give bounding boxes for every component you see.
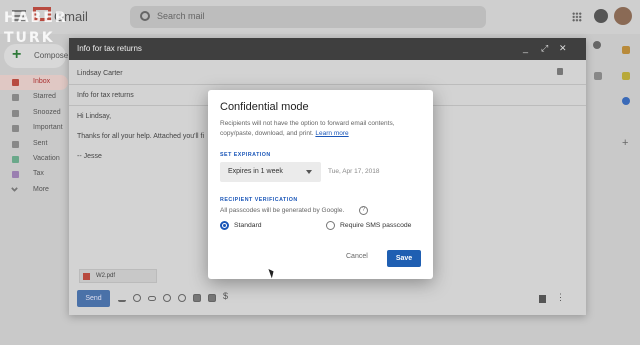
expiration-value: Expires in 1 week <box>228 168 283 175</box>
expiration-date: Tue, Apr 17, 2018 <box>328 168 380 175</box>
compose-title: Info for tax returns <box>77 44 142 53</box>
sidebar-item-label: Starred <box>33 93 56 101</box>
pdf-icon <box>83 273 90 280</box>
plus-icon: + <box>12 46 22 63</box>
sidebar-item-starred[interactable]: Starred <box>0 90 68 105</box>
sidebar-item-important[interactable]: Important <box>0 121 68 136</box>
compose-button[interactable]: + Compose <box>4 44 69 68</box>
verification-note: All passcodes will be generated by Googl… <box>220 207 345 214</box>
standard-radio-label[interactable]: Standard <box>234 222 262 229</box>
sidebar-item-sent[interactable]: Sent <box>0 137 68 152</box>
search-bar[interactable]: Search mail <box>130 6 486 28</box>
recipient-verification-label: RECIPIENT VERIFICATION <box>220 197 298 203</box>
inbox-icon <box>12 79 19 86</box>
standard-radio[interactable] <box>220 221 229 230</box>
more-options-icon[interactable]: ⋮ <box>556 292 565 303</box>
send-button[interactable]: Send <box>77 290 110 307</box>
top-bar: Gmail Search mail <box>0 0 640 34</box>
formatting-icon[interactable] <box>118 294 126 302</box>
search-input[interactable]: Search mail <box>157 11 205 21</box>
sidebar-item-label: Inbox <box>33 78 51 85</box>
important-icon <box>12 125 19 133</box>
emoji-icon[interactable] <box>163 294 171 302</box>
attachment-chip[interactable]: W2.pdf <box>79 269 157 283</box>
open-new-window-icon[interactable] <box>594 72 602 80</box>
sidebar-item-vacation[interactable]: Vacation <box>0 152 68 167</box>
sidebar-item-snoozed[interactable]: Snoozed <box>0 106 68 121</box>
body-text[interactable]: Thanks for all your help. Attached you'l… <box>77 133 204 140</box>
search-icon[interactable] <box>140 11 150 21</box>
dialog-description-text: Recipients will not have the option to f… <box>220 120 395 137</box>
tasks-icon[interactable] <box>622 97 630 105</box>
confidential-mode-dialog: Confidential mode Recipients will not ha… <box>208 90 433 279</box>
label-icon <box>12 155 19 163</box>
sidebar-item-label: Tax <box>33 170 44 178</box>
attachment-name: W2.pdf <box>96 273 116 279</box>
chevron-down-icon <box>306 170 312 174</box>
label-icon <box>12 171 19 179</box>
trash-icon[interactable] <box>539 295 546 303</box>
compose-label: Compose <box>34 51 69 60</box>
close-icon[interactable]: ✕ <box>559 43 567 54</box>
sidebar-item-label: Snoozed <box>33 108 61 116</box>
drive-icon[interactable] <box>178 294 186 302</box>
keep-icon[interactable] <box>622 72 630 80</box>
sidebar-item-label: Vacation <box>33 154 60 162</box>
learn-more-link[interactable]: Learn more <box>315 130 348 137</box>
dialog-description: Recipients will not have the option to f… <box>220 119 425 138</box>
apps-grid-icon[interactable] <box>572 12 582 22</box>
sidebar-item-label: More <box>33 185 49 193</box>
settings-icon[interactable] <box>593 41 601 49</box>
body-greeting[interactable]: Hi Lindsay, <box>77 113 111 120</box>
dialog-title: Confidential mode <box>220 101 309 113</box>
expand-icon[interactable]: ⤢ <box>541 43 548 54</box>
add-addon-icon[interactable]: + <box>622 138 632 149</box>
calendar-icon[interactable] <box>622 46 630 54</box>
help-icon[interactable]: ? <box>359 206 368 215</box>
chevron-down-icon <box>10 184 19 192</box>
attach-icon[interactable] <box>133 294 141 302</box>
watermark-logo: HABER TURK <box>4 8 68 48</box>
sidebar-item-inbox[interactable]: Inbox <box>0 75 68 91</box>
to-field[interactable]: Lindsay Carter <box>77 70 123 77</box>
minimize-icon[interactable]: _ <box>523 43 528 53</box>
account-circle-icon[interactable] <box>594 9 608 23</box>
expiration-select[interactable]: Expires in 1 week <box>220 162 321 182</box>
dollar-icon[interactable]: $ <box>223 291 231 301</box>
watermark-line-1: HABER <box>4 10 68 26</box>
sidebar-nav: Inbox Starred Snoozed Important Sent Vac… <box>0 75 68 198</box>
sidebar-item-label: Important <box>33 124 63 132</box>
divider <box>69 84 586 85</box>
compose-header: Info for tax returns _ ⤢ ✕ <box>69 38 586 60</box>
avatar[interactable] <box>614 7 632 25</box>
subject-field[interactable]: Info for tax returns <box>77 92 134 99</box>
signature[interactable]: -- Jesse <box>77 153 102 160</box>
set-expiration-label: SET EXPIRATION <box>220 152 271 158</box>
star-icon <box>12 94 19 102</box>
send-icon <box>12 140 19 148</box>
confidential-mode-icon[interactable] <box>208 294 216 302</box>
link-icon[interactable] <box>148 296 156 301</box>
sms-passcode-radio[interactable] <box>326 221 335 230</box>
sidebar-item-tax[interactable]: Tax <box>0 167 68 182</box>
sidebar-item-more[interactable]: More <box>0 183 68 198</box>
sms-passcode-radio-label[interactable]: Require SMS passcode <box>340 222 411 229</box>
cancel-button[interactable]: Cancel <box>346 253 368 260</box>
save-button[interactable]: Save <box>387 250 421 267</box>
sidebar-item-label: Sent <box>33 139 48 147</box>
photo-icon[interactable] <box>193 294 201 302</box>
lock-icon <box>557 68 563 75</box>
clock-icon <box>12 109 19 117</box>
